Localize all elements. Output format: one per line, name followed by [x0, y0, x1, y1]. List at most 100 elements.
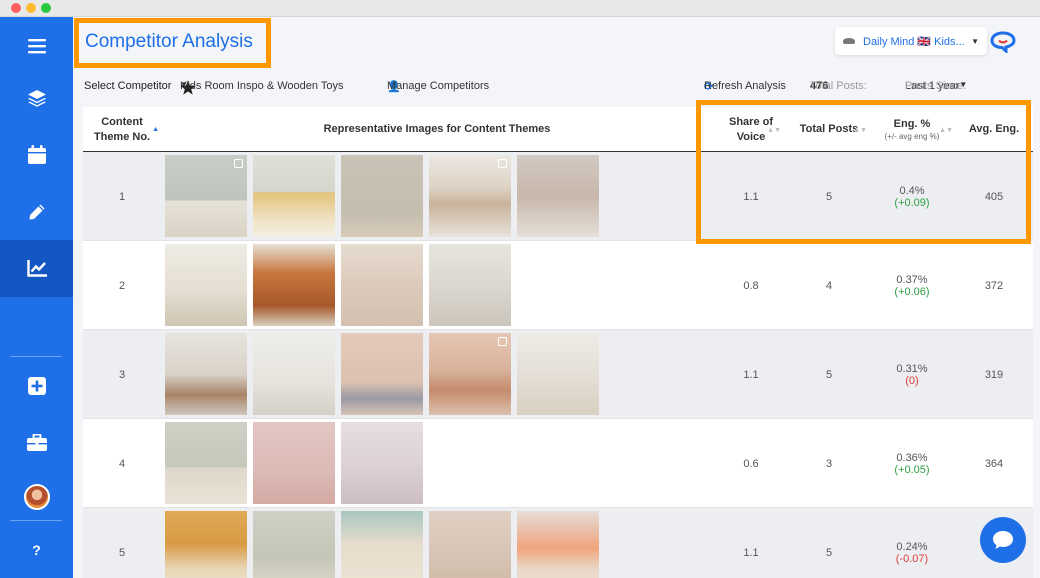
representative-images [165, 422, 423, 504]
theme-number: 4 [118, 457, 126, 470]
chat-icon [993, 531, 1013, 549]
eng-delta-value: (-0.07) [895, 552, 929, 565]
share-of-voice-value: 0.8 [743, 279, 759, 292]
theme-image-thumbnail[interactable] [165, 244, 247, 326]
toolbar: Select Competitor Kids Room Inspo & Wood… [84, 80, 1034, 95]
posts-since-dropdown[interactable]: Posts Since: Last 1 year ▼ [905, 80, 967, 92]
theme-image-thumbnail[interactable] [341, 155, 423, 237]
avg-eng-value: 364 [984, 457, 1004, 470]
sidebar: ? [0, 17, 73, 578]
brand-selector[interactable]: Daily Mind 🇬🇧 Kids... ▼ [835, 27, 987, 55]
eng-delta-value: (+0.05) [894, 463, 930, 476]
eng-delta-value: (0) [905, 374, 919, 387]
total-posts-value: 4 [825, 279, 833, 292]
theme-image-thumbnail[interactable] [429, 333, 511, 415]
share-of-voice-value: 1.1 [743, 368, 759, 381]
close-window-icon[interactable] [11, 3, 21, 13]
eng-percent-value: 0.24% [896, 540, 928, 553]
minimize-window-icon[interactable] [26, 3, 36, 13]
theme-image-thumbnail[interactable] [253, 244, 335, 326]
brand-logo-icon [843, 38, 855, 44]
menu-hamburger-icon[interactable] [0, 17, 73, 74]
avg-eng-value: 372 [984, 279, 1004, 292]
carousel-icon [498, 159, 507, 168]
brand-name: Daily Mind 🇬🇧 Kids... [863, 35, 965, 48]
theme-image-thumbnail[interactable] [165, 333, 247, 415]
chevron-down-icon: ▼ [959, 80, 968, 89]
header-images: Representative Images for Content Themes [323, 123, 551, 135]
theme-image-thumbnail[interactable] [341, 422, 423, 504]
theme-image-thumbnail[interactable] [341, 511, 423, 578]
table-row[interactable]: 5 1.1 5 0.24% (-0.07) [83, 508, 1033, 578]
briefcase-icon[interactable] [0, 414, 73, 471]
total-posts: Total Posts: 476 [810, 80, 867, 92]
avatar-image [23, 483, 50, 510]
main-content: Competitor Analysis Daily Mind 🇬🇧 Kids..… [73, 17, 1040, 578]
add-icon[interactable] [0, 357, 73, 414]
window-titlebar [0, 0, 1040, 17]
eng-percent-value: 0.36% [896, 451, 928, 464]
theme-image-thumbnail[interactable] [253, 511, 335, 578]
theme-image-thumbnail[interactable] [429, 244, 511, 326]
theme-image-thumbnail[interactable] [517, 333, 599, 415]
table-row[interactable]: 4 0.6 3 0.36% (+0.05) 364 [83, 419, 1033, 508]
pencil-icon[interactable] [0, 183, 73, 240]
competitor-name: Kids Room Inspo & Wooden Toys [180, 80, 344, 92]
representative-images [165, 333, 599, 415]
header-theme-no[interactable]: Content Theme No. ▲ [83, 107, 161, 152]
theme-image-thumbnail[interactable] [165, 155, 247, 237]
user-avatar[interactable] [0, 468, 73, 525]
competitor-dropdown[interactable]: Kids Room Inspo & Wooden Toys ▼ [180, 80, 343, 95]
page-title: Competitor Analysis [85, 31, 253, 52]
theme-image-thumbnail[interactable] [429, 511, 511, 578]
live-chat-button[interactable] [980, 517, 1026, 563]
representative-images [165, 155, 599, 237]
theme-number: 1 [118, 190, 126, 203]
calendar-icon[interactable] [0, 126, 73, 183]
layers-icon[interactable] [0, 69, 73, 126]
theme-image-thumbnail[interactable] [517, 155, 599, 237]
maximize-window-icon[interactable] [41, 3, 51, 13]
share-of-voice-value: 0.6 [743, 457, 759, 470]
theme-number: 5 [118, 546, 126, 559]
analytics-chart-icon[interactable] [0, 240, 73, 297]
help-icon[interactable]: ? [0, 521, 73, 578]
sort-asc-icon: ▲ [152, 126, 159, 133]
refresh-analysis-label: Refresh Analysis [704, 80, 786, 92]
eng-percent-cell: 0.37% (+0.06) [869, 241, 955, 330]
select-competitor-label: Select Competitor [84, 80, 172, 92]
eng-percent-cell: 0.36% (+0.05) [869, 419, 955, 508]
total-posts-value: 3 [825, 457, 833, 470]
representative-images [165, 511, 599, 578]
carousel-icon [234, 159, 243, 168]
chevron-down-icon: ▼ [180, 80, 188, 89]
app-logo-icon [990, 31, 1016, 58]
eng-percent-cell: 0.31% (0) [869, 330, 955, 419]
theme-image-thumbnail[interactable] [253, 333, 335, 415]
theme-image-thumbnail[interactable] [165, 422, 247, 504]
share-of-voice-value: 1.1 [743, 546, 759, 559]
theme-image-thumbnail[interactable] [429, 155, 511, 237]
theme-image-thumbnail[interactable] [165, 511, 247, 578]
theme-number: 2 [118, 279, 126, 292]
theme-image-thumbnail[interactable] [341, 244, 423, 326]
eng-percent-value: 0.31% [896, 362, 928, 375]
manage-competitors-label: Manage Competitors [387, 80, 490, 92]
chevron-down-icon: ▼ [971, 36, 979, 46]
representative-images [165, 244, 511, 326]
total-posts-label: Total Posts: [810, 80, 867, 92]
eng-delta-value: (+0.06) [894, 285, 930, 298]
posts-since-label: Posts Since: [905, 80, 967, 92]
table-row[interactable]: 3 1.1 5 0.31% (0) 319 [83, 330, 1033, 419]
theme-image-thumbnail[interactable] [517, 511, 599, 578]
theme-image-thumbnail[interactable] [253, 422, 335, 504]
theme-image-thumbnail[interactable] [341, 333, 423, 415]
carousel-icon [498, 337, 507, 346]
theme-number: 3 [118, 368, 126, 381]
metrics-highlight-box [696, 100, 1031, 244]
table-row[interactable]: 2 0.8 4 0.37% (+0.06) 372 [83, 241, 1033, 330]
theme-image-thumbnail[interactable] [253, 155, 335, 237]
eng-percent-cell: 0.24% (-0.07) [869, 508, 955, 578]
eng-percent-value: 0.37% [896, 273, 928, 286]
total-posts-value: 5 [825, 546, 833, 559]
